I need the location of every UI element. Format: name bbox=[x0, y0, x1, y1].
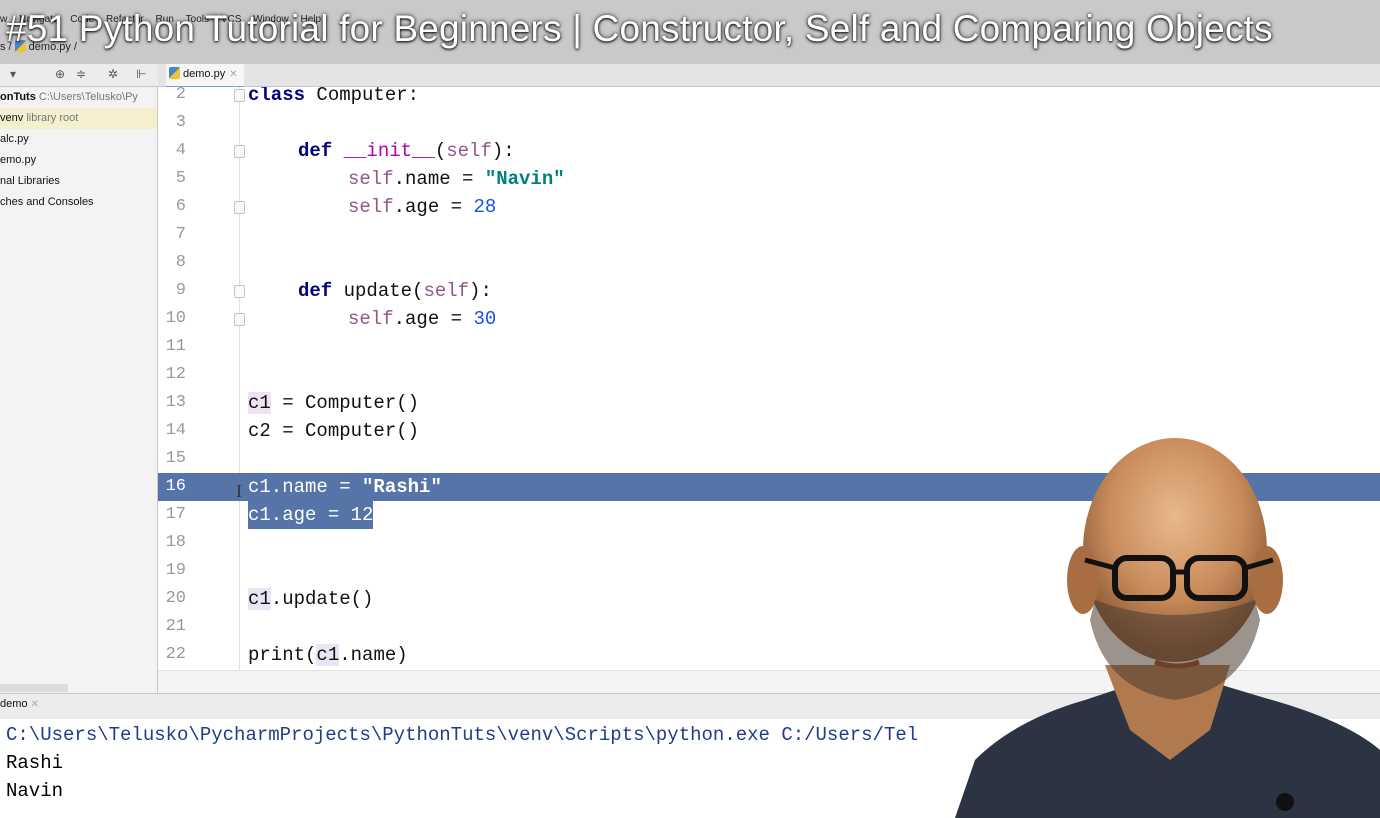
code-line: 9 def update(self): bbox=[158, 277, 1380, 305]
code-text: self.name = "Navin" bbox=[348, 168, 565, 190]
line-number: 5 bbox=[175, 169, 186, 188]
code-text: self.age = 30 bbox=[348, 308, 497, 330]
line-number: 17 bbox=[165, 505, 186, 524]
scrollbar[interactable] bbox=[0, 684, 68, 692]
tab-label: demo bbox=[0, 698, 28, 710]
project-tree: onTuts C:\Users\Telusko\Py venv library … bbox=[0, 87, 158, 693]
window-chrome: w Navigate Code Refactor Run Tools VCS W… bbox=[0, 0, 1380, 66]
tree-item-label: emo.py bbox=[0, 154, 37, 166]
close-tab-icon[interactable]: ✕ bbox=[31, 699, 39, 710]
line-number: 13 bbox=[165, 393, 186, 412]
tree-item-tag: library root bbox=[26, 112, 79, 124]
line-number: 18 bbox=[165, 533, 186, 552]
tab-demo-py[interactable]: demo.py ✕ bbox=[166, 64, 244, 88]
console-line: Navin bbox=[6, 780, 64, 802]
code-text: c2 = Computer() bbox=[248, 420, 420, 442]
code-line: 8 bbox=[158, 249, 1380, 277]
line-number: 3 bbox=[175, 113, 186, 132]
fold-marker-icon[interactable] bbox=[234, 285, 245, 298]
code-line: 4 def __init__(self): bbox=[158, 137, 1380, 165]
tree-item-venv[interactable]: venv library root bbox=[0, 108, 157, 129]
line-number: 7 bbox=[175, 225, 186, 244]
tree-item-label: ches and Consoles bbox=[0, 196, 94, 208]
tree-item-path: C:\Users\Telusko\Py bbox=[38, 91, 138, 103]
fold-marker-icon[interactable] bbox=[234, 89, 245, 102]
code-line: 11 bbox=[158, 333, 1380, 361]
code-line: 10 self.age = 30 bbox=[158, 305, 1380, 333]
code-line: 2 class Computer: bbox=[158, 87, 1380, 109]
code-line: 6 self.age = 28 bbox=[158, 193, 1380, 221]
microphone-icon bbox=[1276, 793, 1294, 811]
line-number: 9 bbox=[175, 281, 186, 300]
code-text: class Computer: bbox=[248, 87, 420, 106]
line-number: 15 bbox=[165, 449, 186, 468]
tab-run-demo[interactable]: demo ✕ bbox=[0, 698, 39, 710]
line-number: 2 bbox=[175, 87, 186, 104]
collapse-icon[interactable]: ≑ bbox=[76, 67, 86, 81]
code-text: c1.update() bbox=[248, 588, 374, 610]
python-file-icon bbox=[169, 67, 180, 79]
code-line: 7 bbox=[158, 221, 1380, 249]
line-number: 16 bbox=[165, 477, 186, 496]
tree-item-external-libraries[interactable]: nal Libraries bbox=[0, 171, 157, 192]
video-title: #51 Python Tutorial for Beginners | Cons… bbox=[6, 8, 1273, 49]
tree-item-label: alc.py bbox=[0, 133, 29, 145]
tree-item-project-root[interactable]: onTuts C:\Users\Telusko\Py bbox=[0, 87, 157, 108]
code-text: c1.age = 12 bbox=[248, 501, 374, 529]
console-line: C:\Users\Telusko\PycharmProjects\PythonT… bbox=[6, 724, 919, 746]
dropdown-arrow-icon[interactable]: ▾ bbox=[10, 67, 16, 81]
fold-marker-icon[interactable] bbox=[234, 201, 245, 214]
tree-item-label: venv bbox=[0, 112, 24, 124]
code-line: 5 self.name = "Navin" bbox=[158, 165, 1380, 193]
gear-icon[interactable]: ✲ bbox=[108, 67, 118, 81]
line-number: 11 bbox=[165, 337, 186, 356]
editor-tab-bar: demo.py ✕ bbox=[158, 64, 1380, 88]
line-number: 14 bbox=[165, 421, 186, 440]
line-number: 20 bbox=[165, 589, 186, 608]
locate-icon[interactable]: ⊕ bbox=[55, 67, 65, 81]
fold-marker-icon[interactable] bbox=[234, 145, 245, 158]
code-text: def __init__(self): bbox=[298, 140, 515, 162]
code-text: c1.name = "Rashi" bbox=[248, 476, 442, 498]
line-number: 22 bbox=[165, 645, 186, 664]
code-text: self.age = 28 bbox=[348, 196, 497, 218]
project-toolbar: ▾ ⊕ ≑ ✲ ⊩ bbox=[0, 64, 158, 87]
tree-item-calc[interactable]: alc.py bbox=[0, 129, 157, 150]
console-line: Rashi bbox=[6, 752, 64, 774]
tree-item-label: nal Libraries bbox=[0, 175, 60, 187]
line-number: 6 bbox=[175, 197, 186, 216]
fold-marker-icon[interactable] bbox=[234, 313, 245, 326]
line-number: 8 bbox=[175, 253, 186, 272]
line-number: 19 bbox=[165, 561, 186, 580]
code-line: 13 c1 = Computer() bbox=[158, 389, 1380, 417]
code-line: 3 bbox=[158, 109, 1380, 137]
tree-item-label: onTuts bbox=[0, 91, 36, 103]
code-line: 12 bbox=[158, 361, 1380, 389]
code-text: print(c1.name) bbox=[248, 644, 408, 666]
line-number: 12 bbox=[165, 365, 186, 384]
close-tab-icon[interactable]: ✕ bbox=[229, 69, 237, 80]
line-number: 10 bbox=[165, 309, 186, 328]
line-number: 4 bbox=[175, 141, 186, 160]
code-text: def update(self): bbox=[298, 280, 492, 302]
tree-item-demo[interactable]: emo.py bbox=[0, 150, 157, 171]
hide-panel-icon[interactable]: ⊩ bbox=[136, 67, 146, 81]
presenter-video-overlay bbox=[955, 438, 1380, 818]
tab-label: demo.py bbox=[183, 68, 226, 80]
tree-item-scratches[interactable]: ches and Consoles bbox=[0, 192, 157, 213]
code-text: c1 = Computer() bbox=[248, 392, 420, 414]
line-number: 21 bbox=[165, 617, 186, 636]
